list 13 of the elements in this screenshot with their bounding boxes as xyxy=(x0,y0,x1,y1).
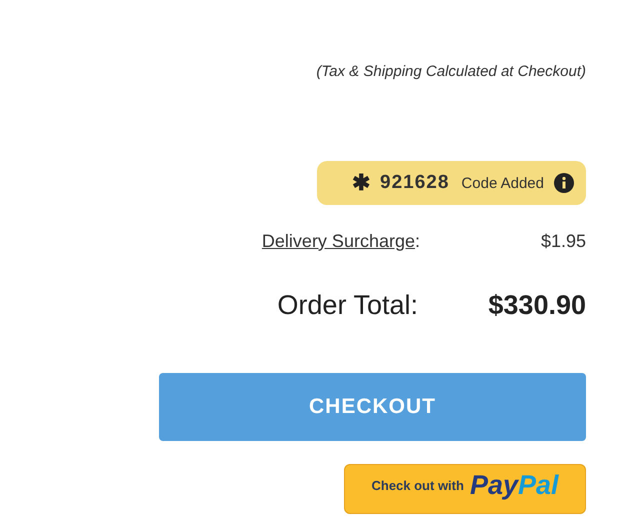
order-total-label: Order Total: xyxy=(277,290,418,321)
asterisk-icon: ✱ xyxy=(352,170,370,196)
promo-code: 921628 xyxy=(380,172,450,194)
paypal-prefix: Check out with xyxy=(371,478,464,492)
surcharge-colon: : xyxy=(414,231,420,252)
info-icon[interactable] xyxy=(554,173,574,193)
order-total-value: $330.90 xyxy=(487,290,586,321)
code-status: Code Added xyxy=(461,174,544,192)
tax-note: (Tax & Shipping Calculated at Checkout) xyxy=(316,63,586,80)
surcharge-value: $1.95 xyxy=(540,231,586,252)
paypal-logo: PayPal xyxy=(470,470,559,500)
paypal-button[interactable]: Check out with PayPal xyxy=(344,464,586,514)
surcharge-label[interactable]: Delivery Surcharge xyxy=(262,231,415,252)
